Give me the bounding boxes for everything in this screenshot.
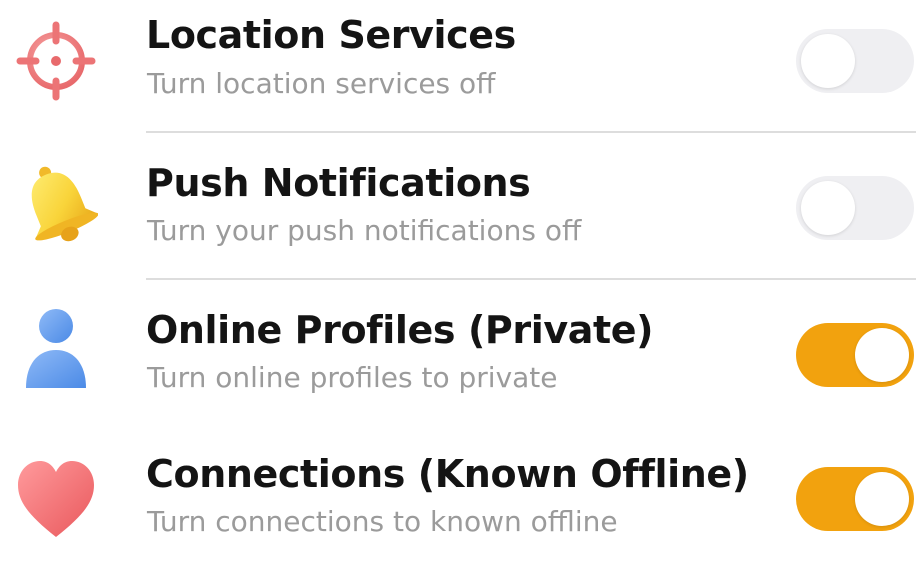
setting-row-push-notifications: Push Notifications Turn your push notifi… — [0, 147, 916, 277]
crosshair-icon — [14, 19, 98, 103]
toggle-knob — [801, 181, 855, 235]
setting-row-online-profiles: Online Profiles (Private) Turn online pr… — [0, 294, 916, 424]
setting-title: Online Profiles (Private) — [146, 308, 654, 352]
connections-toggle[interactable] — [796, 467, 914, 531]
divider — [146, 131, 916, 133]
setting-row-location-services: Location Services Turn location services… — [0, 0, 916, 130]
toggle-knob — [855, 472, 909, 526]
setting-title: Location Services — [146, 13, 516, 57]
setting-subtitle: Turn location services off — [147, 67, 496, 100]
setting-subtitle: Turn online profiles to private — [147, 361, 558, 394]
settings-list: Location Services Turn location services… — [0, 0, 916, 538]
toggle-knob — [801, 34, 855, 88]
setting-title: Push Notifications — [146, 161, 531, 205]
setting-subtitle: Turn your push notifications off — [147, 214, 582, 247]
setting-subtitle: Turn connections to known offline — [147, 505, 618, 538]
bell-icon — [14, 159, 99, 243]
setting-row-connections: Connections (Known Offline) Turn connect… — [0, 441, 916, 571]
setting-title: Connections (Known Offline) — [146, 452, 749, 496]
toggle-knob — [855, 328, 909, 382]
location-services-toggle[interactable] — [796, 29, 914, 93]
push-notifications-toggle[interactable] — [796, 176, 914, 240]
user-icon — [14, 304, 98, 388]
heart-icon — [14, 457, 98, 541]
divider — [146, 278, 916, 280]
online-profiles-toggle[interactable] — [796, 323, 914, 387]
